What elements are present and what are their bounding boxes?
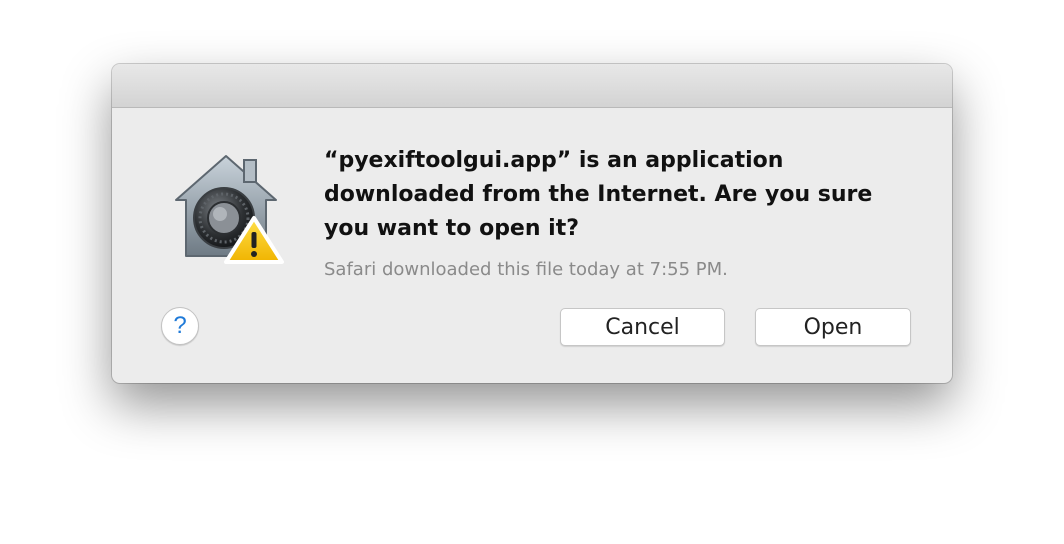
cancel-button[interactable]: Cancel: [560, 308, 725, 346]
open-button[interactable]: Open: [755, 308, 911, 346]
help-button[interactable]: ?: [161, 307, 199, 345]
gatekeeper-vault-warning-icon: [162, 148, 290, 266]
security-alert-dialog: “pyexiftoolgui.app” is an application do…: [112, 64, 952, 383]
download-info-text: Safari downloaded this file today at 7:5…: [324, 259, 728, 280]
dialog-titlebar[interactable]: [112, 64, 952, 108]
question-mark-icon: ?: [173, 312, 187, 339]
alert-message: “pyexiftoolgui.app” is an application do…: [324, 148, 873, 241]
